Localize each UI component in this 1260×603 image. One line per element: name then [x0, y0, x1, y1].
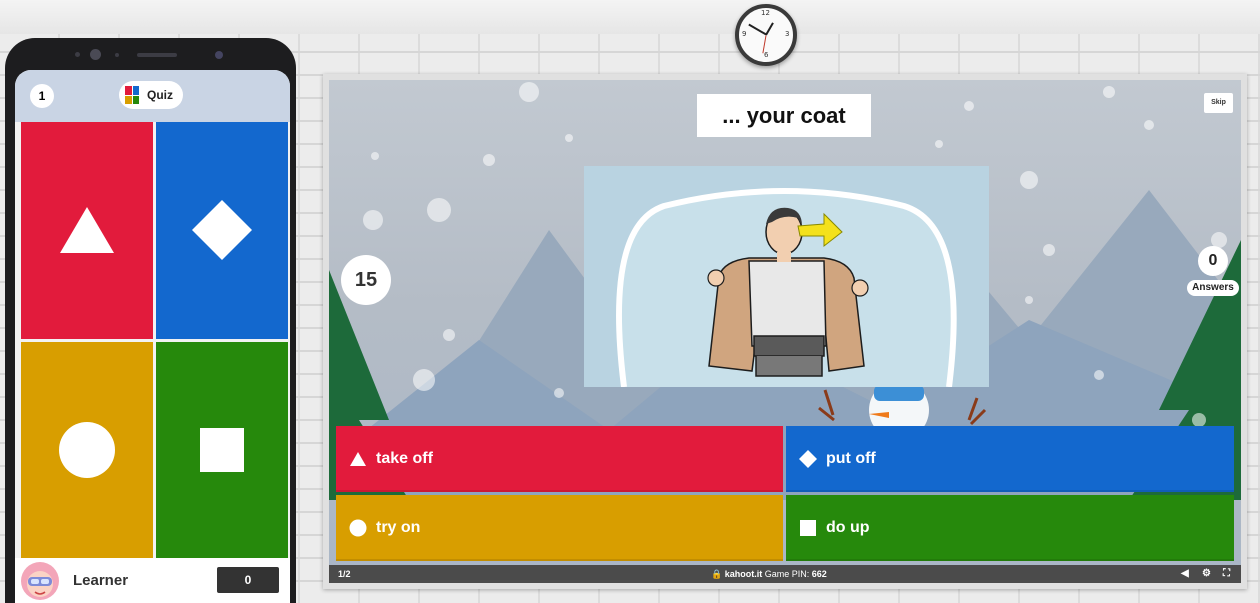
site-name: kahoot.it — [724, 569, 763, 579]
answer-option-3[interactable]: try on — [336, 495, 783, 561]
game-stage: ... your coat Skip 15 0 Answers take off… — [329, 80, 1241, 583]
answer-tile-diamond[interactable] — [156, 122, 288, 339]
answer-tile-square[interactable] — [156, 341, 288, 558]
page-indicator: 1/2 — [338, 569, 351, 579]
quiz-icon — [125, 86, 139, 104]
diamond-icon — [192, 200, 252, 261]
answer-option-label: try on — [376, 519, 421, 536]
quiz-type-badge: Quiz — [119, 81, 183, 109]
player-score: 0 — [217, 567, 279, 593]
square-icon — [200, 427, 244, 472]
phone-header: 1 Quiz — [15, 70, 290, 122]
question-number: 1 — [30, 84, 54, 108]
answer-option-1[interactable]: take off — [336, 426, 783, 492]
skip-button[interactable]: Skip — [1204, 93, 1233, 113]
pin-value: 662 — [811, 569, 827, 579]
game-screen-frame: ... your coat Skip 15 0 Answers take off… — [323, 74, 1247, 589]
answer-tile-triangle[interactable] — [21, 122, 153, 339]
top-strip — [0, 0, 1260, 34]
answer-option-label: do up — [826, 519, 870, 536]
status-bar: 1/2 🔒 kahoot.it Game PIN: 662 ◀ ⚙ ⛶ — [329, 565, 1241, 583]
answer-option-2[interactable]: put off — [786, 426, 1234, 492]
question-image — [584, 166, 989, 387]
phone-sensors — [55, 49, 245, 61]
answers-counter: 0 Answers — [1187, 246, 1239, 296]
volume-icon[interactable]: ◀ — [1181, 568, 1189, 579]
answer-tiles — [21, 122, 288, 558]
game-pin-info: 🔒 kahoot.it Game PIN: 662 — [711, 569, 827, 580]
circle-icon — [348, 518, 368, 538]
answer-tile-circle[interactable] — [21, 341, 153, 558]
triangle-icon — [348, 449, 368, 469]
countdown-timer: 15 — [341, 255, 391, 305]
lock-icon: 🔒 — [711, 569, 723, 579]
triangle-icon — [60, 207, 114, 254]
player-name: Learner — [73, 572, 129, 589]
answers-count-value: 0 — [1198, 246, 1228, 276]
quiz-label: Quiz — [147, 88, 173, 102]
question-title: ... your coat — [697, 94, 871, 137]
pin-label: Game PIN: — [764, 569, 810, 579]
diamond-icon — [798, 449, 818, 469]
answer-option-label: take off — [376, 450, 433, 467]
answers-count-label: Answers — [1187, 280, 1239, 296]
gear-icon[interactable]: ⚙ — [1202, 568, 1211, 579]
player-bar: Learner 0 — [15, 558, 290, 603]
phone-device: 1 Quiz Learner 0 — [5, 38, 296, 603]
answer-option-label: put off — [826, 450, 876, 467]
circle-icon — [59, 421, 115, 478]
phone-screen: 1 Quiz Learner 0 — [15, 70, 290, 603]
answer-option-4[interactable]: do up — [786, 495, 1234, 561]
wall-clock: 12 3 6 9 — [735, 4, 797, 66]
square-icon — [798, 518, 818, 538]
fullscreen-icon[interactable]: ⛶ — [1223, 568, 1230, 579]
avatar — [21, 562, 59, 600]
